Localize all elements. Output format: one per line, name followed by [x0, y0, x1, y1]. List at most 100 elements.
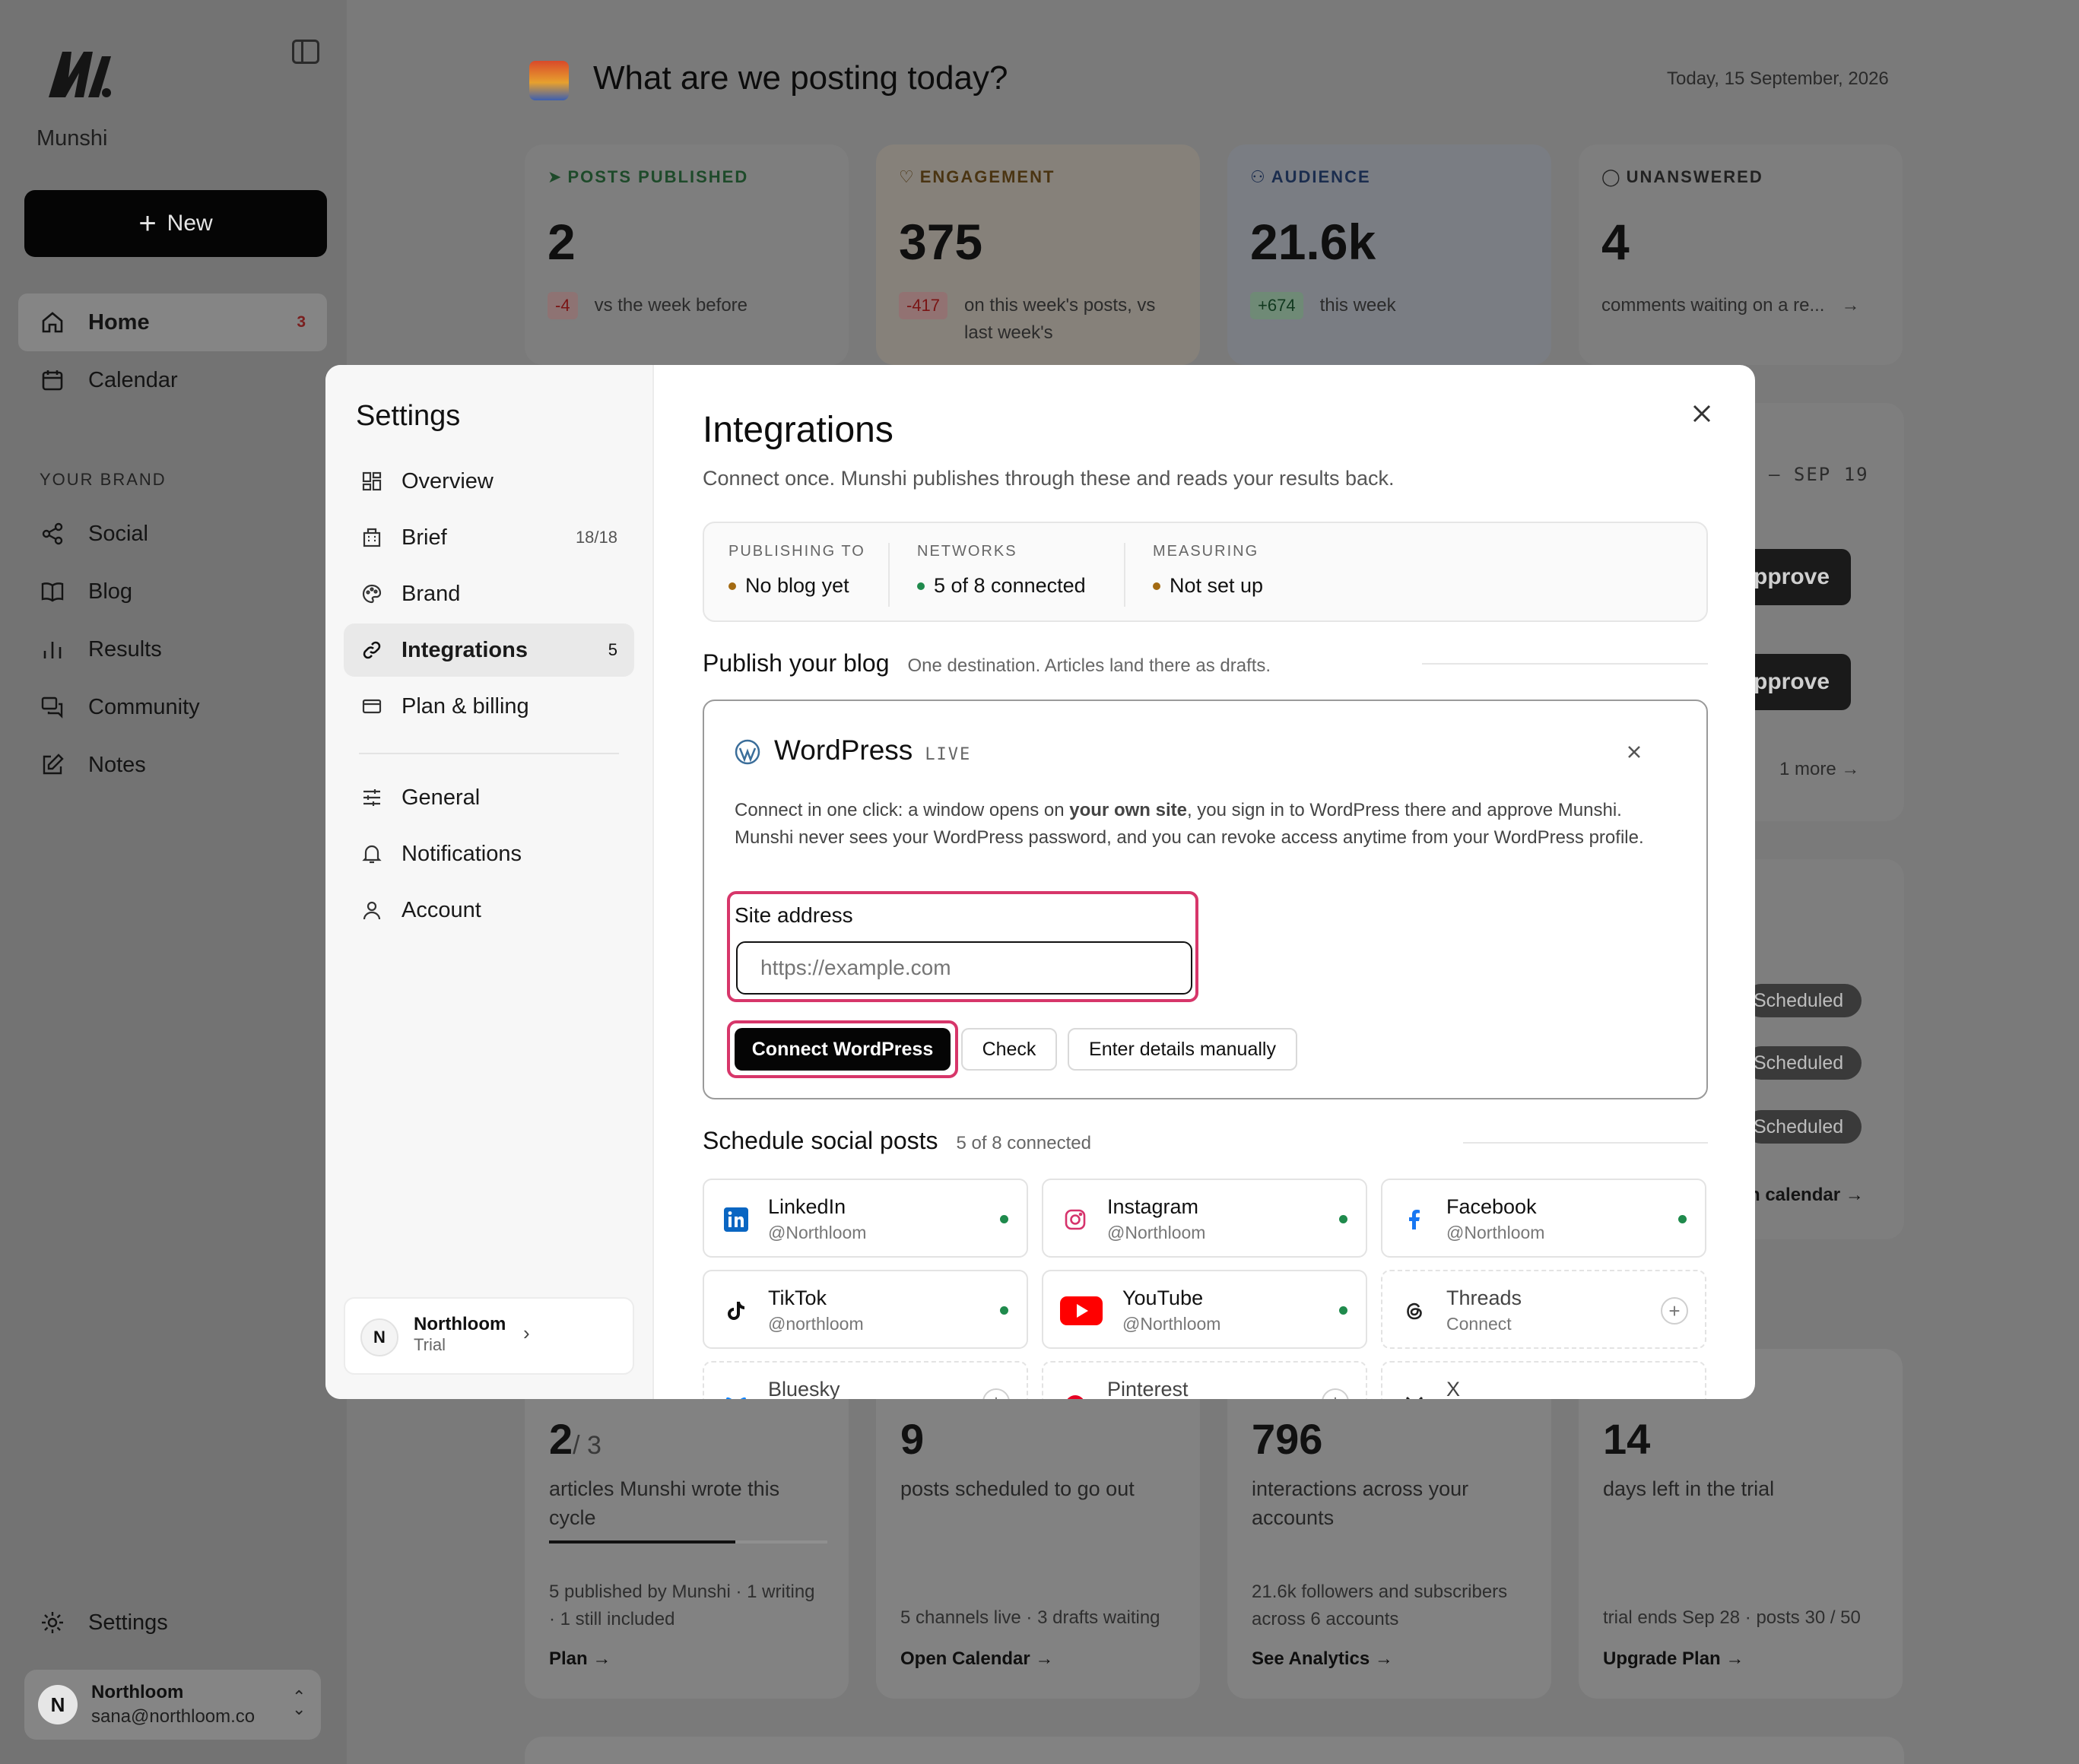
collapse-sidebar-icon[interactable]	[292, 40, 319, 64]
settings-nav-general[interactable]: General	[344, 771, 634, 824]
close-icon[interactable]	[1687, 398, 1717, 429]
integration-summary: PUBLISHING TO No blog yet NETWORKS 5 of …	[703, 522, 1708, 622]
sidebar-item-label: Social	[88, 521, 148, 546]
youtube-icon	[1060, 1296, 1103, 1325]
sidebar-item-results[interactable]: Results	[18, 620, 327, 678]
stat-value: 375	[899, 214, 983, 270]
sidebar-item-social[interactable]: Social	[18, 505, 327, 563]
network-pinterest[interactable]: Pinterest +	[1042, 1361, 1367, 1399]
settings-nav-integrations[interactable]: Integrations 5	[344, 623, 634, 677]
settings-nav-brand[interactable]: Brand	[344, 567, 634, 620]
network-bluesky[interactable]: Bluesky +	[703, 1361, 1028, 1399]
sidebar-item-settings[interactable]: Settings	[18, 1594, 327, 1651]
open-calendar-link[interactable]: n calendar →	[1749, 1185, 1864, 1206]
network-facebook[interactable]: Facebook @Northloom	[1381, 1179, 1706, 1258]
facebook-icon	[1401, 1206, 1428, 1233]
network-x[interactable]: X	[1381, 1361, 1706, 1399]
connect-wordpress-button[interactable]: Connect WordPress	[735, 1028, 951, 1071]
network-name: YouTube	[1122, 1287, 1204, 1309]
new-button[interactable]: + New	[24, 190, 327, 257]
card-link[interactable]: See Analytics →	[1252, 1648, 1393, 1670]
settings-nav-brief[interactable]: Brief 18/18	[344, 511, 634, 564]
network-handle: @Northloom	[1446, 1223, 1545, 1242]
pinterest-icon	[1062, 1391, 1089, 1399]
network-threads[interactable]: Threads Connect +	[1381, 1270, 1706, 1349]
sidebar-item-home[interactable]: Home 3	[18, 293, 327, 351]
stat-delta: -417	[899, 292, 948, 319]
sidebar-item-label: Notes	[88, 752, 146, 777]
progress-fill	[549, 1540, 736, 1544]
credit-card-icon	[360, 695, 383, 718]
plus-icon[interactable]: +	[982, 1388, 1010, 1399]
user-email: sana@northloom.co	[91, 1706, 256, 1727]
sidebar-item-calendar[interactable]: Calendar	[18, 351, 327, 409]
heart-icon: ♡	[899, 167, 916, 186]
grid-icon	[360, 470, 383, 493]
settings-nav-notifications[interactable]: Notifications	[344, 827, 634, 880]
card-foot: 5 channels live · 3 drafts waiting	[900, 1607, 1160, 1628]
progress-track	[549, 1540, 827, 1544]
card-link[interactable]: Plan →	[549, 1648, 611, 1670]
calendar-icon	[40, 367, 65, 393]
card-desc: articles Munshi wrote this cycle	[549, 1477, 780, 1529]
network-handle: Connect	[1446, 1314, 1512, 1334]
network-youtube[interactable]: YouTube @Northloom	[1042, 1270, 1367, 1349]
card-foot: trial ends Sep 28 · posts 30 / 50	[1603, 1607, 1861, 1628]
plus-icon[interactable]: +	[1322, 1388, 1349, 1399]
nav-label: Integrations	[402, 637, 528, 662]
stat-unanswered[interactable]: ◯ UNANSWERED 4 comments waiting on a re..…	[1579, 144, 1903, 365]
stat-label: AUDIENCE	[1271, 167, 1371, 186]
stat-engagement: ♡ ENGAGEMENT 375 -417 on this week's posts…	[876, 144, 1200, 365]
plus-icon[interactable]: +	[1661, 1297, 1688, 1325]
sidebar-item-blog[interactable]: Blog	[18, 563, 327, 620]
card-value: 9	[900, 1415, 925, 1463]
more-link[interactable]: 1 more →	[1779, 759, 1859, 780]
network-instagram[interactable]: Instagram @Northloom	[1042, 1179, 1367, 1258]
network-name: X	[1446, 1378, 1461, 1399]
nav-label: Brief	[402, 525, 447, 550]
card-link[interactable]: Upgrade Plan →	[1603, 1648, 1744, 1670]
card-link[interactable]: Open Calendar →	[900, 1648, 1053, 1670]
stat-note: vs the week before	[594, 295, 748, 316]
settings-nav-account[interactable]: Account	[344, 884, 634, 937]
stat-value: 2	[548, 214, 576, 270]
plus-icon: +	[138, 207, 157, 240]
integrations-lead: Connect once. Munshi publishes through t…	[703, 467, 1395, 490]
scheduled-badge: Scheduled	[1744, 1046, 1862, 1080]
card-value-suffix: / 3	[573, 1431, 601, 1460]
approve-button[interactable]: pprove	[1740, 654, 1851, 710]
network-name: Threads	[1446, 1287, 1522, 1309]
sidebar-item-community[interactable]: Community	[18, 678, 327, 736]
org-switcher[interactable]: N Northloom Trial ›	[344, 1297, 634, 1375]
card-value: 796	[1252, 1415, 1323, 1463]
close-icon[interactable]	[1624, 742, 1644, 762]
card-scheduled: 9 posts scheduled to go out 5 channels l…	[876, 1349, 1200, 1699]
today-date: Today, 15 September, 2026	[1667, 68, 1889, 89]
summary-value: Not set up	[1170, 574, 1264, 597]
users-icon: ⚇	[1250, 167, 1267, 186]
org-name: Northloom	[414, 1314, 506, 1334]
user-switcher[interactable]: N Northloom sana@northloom.co ⌃ ⌄	[24, 1670, 321, 1740]
check-button[interactable]: Check	[961, 1028, 1057, 1071]
enter-details-manually-button[interactable]: Enter details manually	[1068, 1028, 1297, 1071]
network-linkedin[interactable]: LinkedIn @Northloom	[703, 1179, 1028, 1258]
settings-nav-plan-billing[interactable]: Plan & billing	[344, 680, 634, 733]
sliders-icon	[360, 786, 383, 809]
site-address-input[interactable]	[736, 941, 1192, 995]
summary-key: NETWORKS	[917, 543, 1017, 560]
network-handle: @Northloom	[1122, 1314, 1221, 1334]
summary-publishing: PUBLISHING TO No blog yet	[728, 543, 865, 598]
approve-button[interactable]: pprove	[1740, 549, 1851, 605]
summary-networks: NETWORKS 5 of 8 connected	[917, 543, 1086, 598]
sidebar-item-label: Calendar	[88, 367, 178, 392]
butterfly-icon	[722, 1391, 750, 1399]
network-tiktok[interactable]: TikTok @northloom	[703, 1270, 1028, 1349]
site-address-label: Site address	[735, 903, 853, 927]
card-trial: 14 days left in the trial trial ends Sep…	[1579, 1349, 1903, 1699]
sidebar-item-label: Blog	[88, 579, 133, 604]
card-articles: 2/ 3 articles Munshi wrote this cycle 5 …	[525, 1349, 849, 1699]
sidebar-item-notes[interactable]: Notes	[18, 736, 327, 794]
settings-nav-overview[interactable]: Overview	[344, 455, 634, 508]
building-icon	[360, 526, 383, 549]
section-subtitle: 5 of 8 connected	[956, 1133, 1091, 1153]
